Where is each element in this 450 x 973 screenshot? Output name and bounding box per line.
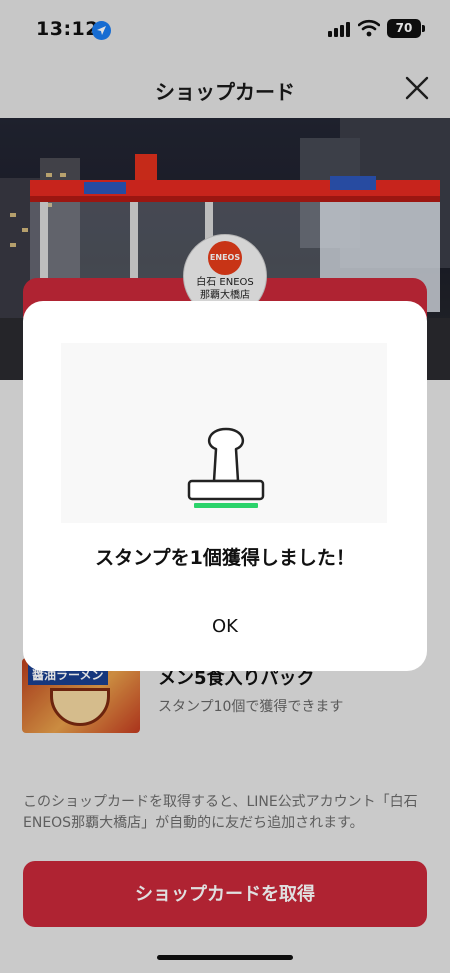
ok-button[interactable]: OK [175,607,275,647]
dialog-message: スタンプを1個獲得しました！ [95,547,355,569]
stamp-icon [187,427,265,508]
stamp-acquired-dialog: スタンプを1個獲得しました！ OK [23,301,427,671]
